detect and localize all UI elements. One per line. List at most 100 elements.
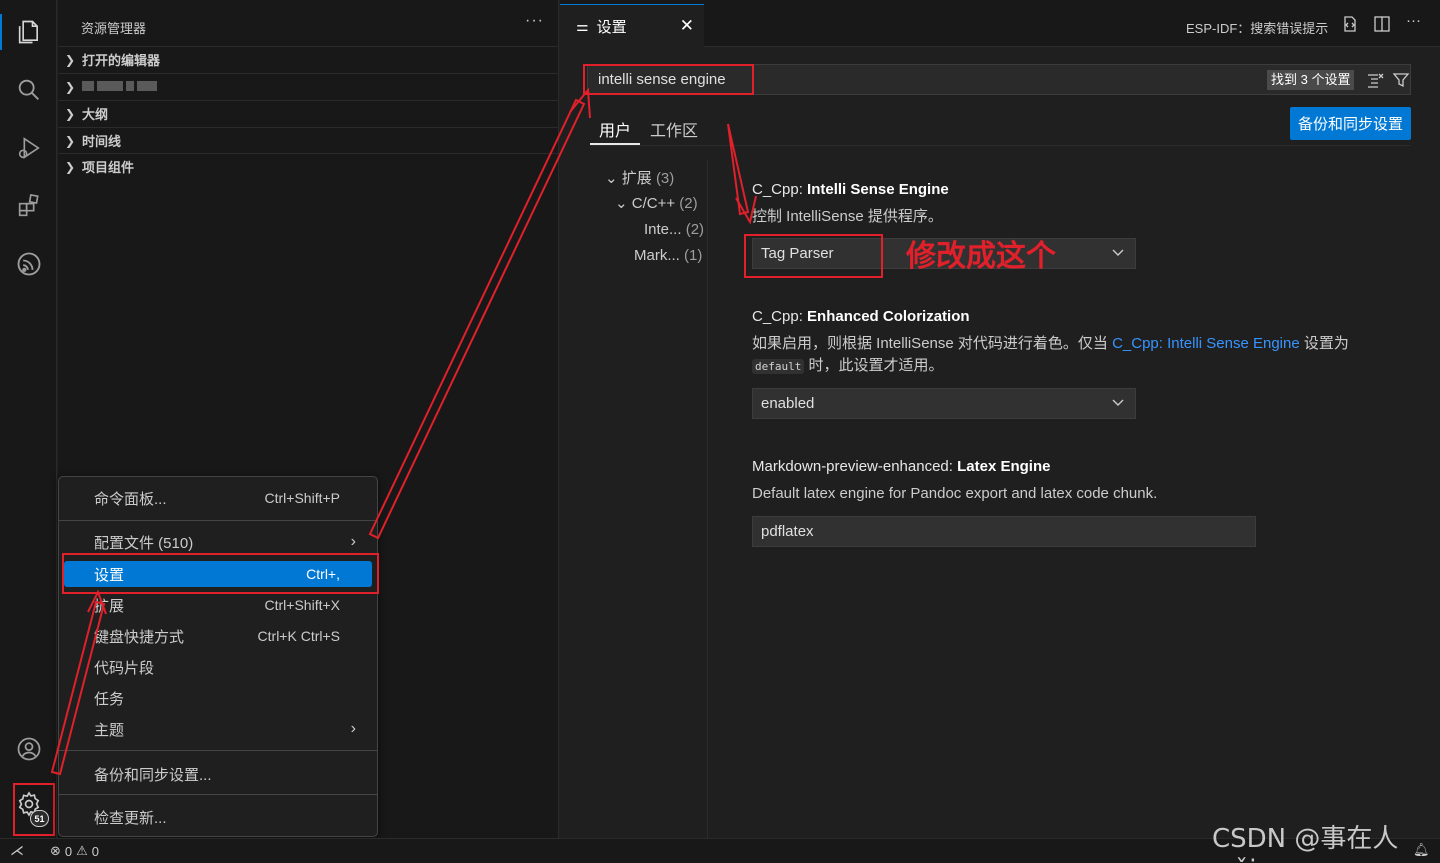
esp-idf-search-error-hint[interactable]: ESP-IDF：搜索错误提示 bbox=[1186, 18, 1328, 37]
chevron-down-icon: ⌄ bbox=[605, 170, 618, 187]
blurred-workspace-name bbox=[82, 79, 160, 94]
tab-user-settings[interactable]: 用户 bbox=[599, 117, 631, 141]
activity-bar: 51 bbox=[0, 0, 57, 838]
toc-divider bbox=[707, 160, 708, 838]
account-icon[interactable] bbox=[11, 731, 47, 767]
code-default: default bbox=[752, 359, 805, 374]
section-label: 打开的编辑器 bbox=[82, 53, 161, 68]
annotation-box-search bbox=[583, 64, 754, 95]
toc-count: (3) bbox=[655, 170, 675, 187]
warning-count: 0 bbox=[91, 843, 100, 859]
chevron-down-icon bbox=[1112, 399, 1124, 406]
close-icon[interactable]: ✕ bbox=[680, 16, 694, 36]
chevron-right-icon: ❯ bbox=[64, 52, 76, 67]
menu-label: 任务 bbox=[94, 690, 125, 708]
section-open-editors[interactable]: ❯ 打开的编辑器 bbox=[58, 46, 559, 72]
chevron-right-icon: ❯ bbox=[64, 133, 76, 148]
watermark: CSDN @事在人wěi bbox=[1212, 824, 1399, 863]
chevron-down-icon bbox=[1112, 249, 1124, 256]
problems-indicator[interactable]: ⊗ 0 ⚠ 0 bbox=[50, 843, 99, 859]
menu-shortcut: Ctrl+Shift+P bbox=[264, 490, 340, 506]
toc-item-intellisense[interactable]: Inte... (2) bbox=[644, 221, 704, 238]
setting-title-intellisense-engine: C_Cpp: Intelli Sense Engine bbox=[752, 181, 949, 198]
menu-item-snippets[interactable]: 代码片段 bbox=[64, 654, 372, 680]
clear-filter-icon[interactable] bbox=[1366, 71, 1384, 89]
menu-label: 扩展 bbox=[94, 597, 125, 615]
menu-item-themes[interactable]: 主题 › bbox=[64, 716, 372, 742]
more-actions-icon[interactable]: ··· bbox=[1406, 12, 1426, 32]
toc-label: Mark... bbox=[634, 247, 680, 264]
annotation-text: 修改成这个 bbox=[906, 239, 1056, 274]
error-count: 0 bbox=[64, 843, 73, 859]
toc-count: (2) bbox=[685, 221, 705, 238]
more-actions-icon[interactable]: ··· bbox=[525, 12, 544, 30]
chevron-right-icon: ❯ bbox=[64, 79, 76, 94]
menu-shortcut: Ctrl+K Ctrl+S bbox=[257, 628, 340, 644]
menu-item-keyboard-shortcuts[interactable]: 键盘快捷方式 Ctrl+K Ctrl+S bbox=[64, 623, 372, 649]
open-settings-json-icon[interactable] bbox=[1340, 14, 1360, 34]
menu-label: 键盘快捷方式 bbox=[94, 628, 185, 646]
settings-editor: ⚌ 设置 ✕ ESP-IDF：搜索错误提示 ··· intelli sense … bbox=[560, 0, 1440, 838]
toc-item-cpp[interactable]: ⌄ C/C++ (2) bbox=[615, 194, 698, 212]
split-editor-icon[interactable] bbox=[1372, 14, 1392, 34]
desc-text: 时，此设置才适用。 bbox=[804, 357, 944, 374]
menu-item-backup-sync[interactable]: 备份和同步设置... bbox=[64, 761, 372, 787]
remote-icon[interactable]: ⋌ bbox=[10, 842, 24, 859]
setting-link[interactable]: C_Cpp: Intelli Sense Engine bbox=[1112, 335, 1300, 352]
section-project-components[interactable]: ❯ 项目组件 bbox=[58, 153, 559, 179]
menu-separator bbox=[59, 520, 377, 521]
menu-item-check-updates[interactable]: 检查更新... bbox=[64, 804, 372, 830]
toc-item-extensions[interactable]: ⌄ 扩展 (3) bbox=[605, 167, 674, 188]
search-icon[interactable] bbox=[11, 72, 47, 108]
annotation-box-gear bbox=[13, 783, 55, 836]
extensions-icon[interactable] bbox=[11, 188, 47, 224]
esp-idf-icon[interactable] bbox=[11, 246, 47, 282]
section-label: 项目组件 bbox=[82, 160, 135, 175]
tab-settings[interactable]: ⚌ 设置 ✕ bbox=[560, 4, 704, 47]
toc-label: 扩展 bbox=[621, 170, 652, 187]
menu-separator bbox=[59, 750, 377, 751]
menu-shortcut: Ctrl+Shift+X bbox=[264, 597, 340, 613]
tab-workspace-settings[interactable]: 工作区 bbox=[650, 117, 698, 141]
settings-tab-icon: ⚌ bbox=[576, 17, 589, 34]
run-debug-icon[interactable] bbox=[11, 130, 47, 166]
backup-sync-button[interactable]: 备份和同步设置 bbox=[1290, 107, 1411, 140]
menu-item-tasks[interactable]: 任务 bbox=[64, 685, 372, 711]
toc-count: (2) bbox=[679, 195, 698, 212]
toc-count: (1) bbox=[684, 247, 703, 264]
menu-label: 代码片段 bbox=[94, 659, 155, 677]
enhanced-colorization-select[interactable]: enabled bbox=[752, 388, 1136, 419]
annotation-box-dropdown bbox=[744, 234, 883, 278]
chevron-right-icon: › bbox=[350, 533, 356, 550]
menu-label: 主题 bbox=[94, 721, 125, 739]
filter-icon[interactable] bbox=[1392, 71, 1410, 89]
setting-desc: 控制 IntelliSense 提供程序。 bbox=[752, 208, 943, 225]
menu-label: 检查更新... bbox=[94, 809, 167, 827]
menu-item-profiles[interactable]: 配置文件 (510) › bbox=[64, 529, 372, 555]
setting-name: Enhanced Colorization bbox=[807, 308, 970, 325]
explorer-icon[interactable] bbox=[0, 14, 47, 50]
section-label: 大纲 bbox=[82, 107, 109, 122]
section-label: 时间线 bbox=[82, 134, 122, 149]
setting-prefix: Markdown-preview-enhanced: bbox=[752, 458, 958, 475]
section-workspace[interactable]: ❯ bbox=[58, 73, 559, 99]
menu-item-extensions[interactable]: 扩展 Ctrl+Shift+X bbox=[64, 592, 372, 618]
setting-title-enhanced-colorization: C_Cpp: Enhanced Colorization bbox=[752, 308, 970, 325]
scope-divider bbox=[590, 145, 1411, 146]
section-outline[interactable]: ❯ 大纲 bbox=[58, 100, 559, 126]
desc-text: 如果启用，则根据 IntelliSense 对代码进行着色。仅当 bbox=[752, 335, 1113, 352]
chevron-right-icon: › bbox=[350, 720, 356, 737]
toc-label: Inte... bbox=[644, 221, 682, 238]
menu-item-command-palette[interactable]: 命令面板... Ctrl+Shift+P bbox=[64, 485, 372, 511]
chevron-down-icon: ⌄ bbox=[615, 195, 628, 212]
latex-engine-input[interactable]: pdflatex bbox=[752, 516, 1256, 547]
menu-separator bbox=[59, 794, 377, 795]
setting-title-latex-engine: Markdown-preview-enhanced: Latex Engine bbox=[752, 458, 1050, 475]
chevron-right-icon: ❯ bbox=[64, 159, 76, 174]
setting-prefix: C_Cpp: bbox=[752, 308, 808, 325]
menu-label: 备份和同步设置... bbox=[94, 766, 212, 784]
section-timeline[interactable]: ❯ 时间线 bbox=[58, 127, 559, 153]
tab-label: 设置 bbox=[596, 18, 627, 36]
warning-icon: ⚠ bbox=[76, 843, 88, 858]
toc-item-markdown[interactable]: Mark... (1) bbox=[634, 247, 702, 264]
